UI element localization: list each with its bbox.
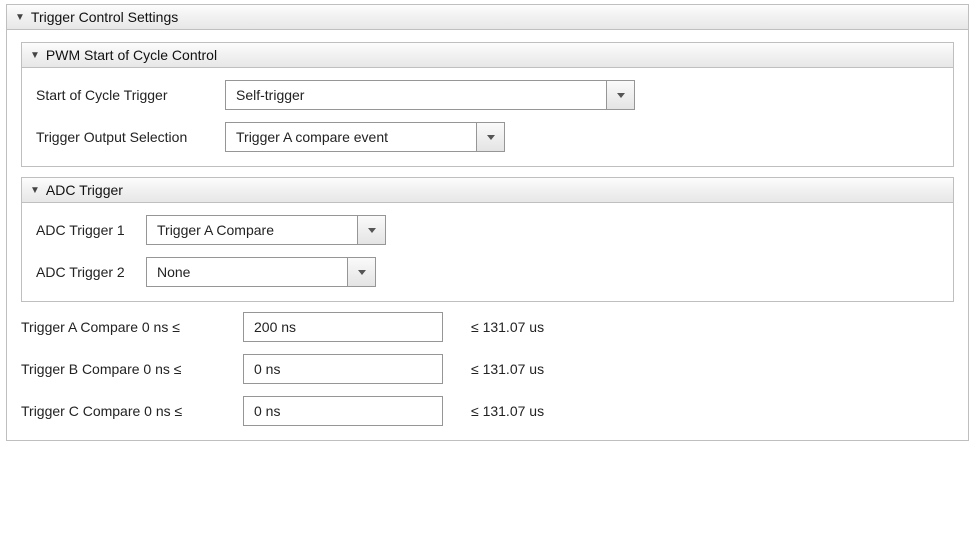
caret-down-icon (368, 228, 376, 233)
trigger-control-settings-body: ▼ PWM Start of Cycle Control Start of Cy… (7, 30, 968, 440)
dropdown-button[interactable] (606, 81, 634, 109)
trigger-b-compare-row: Trigger B Compare 0 ns ≤ 0 ns ≤ 131.07 u… (21, 354, 954, 384)
trigger-b-compare-input[interactable]: 0 ns (243, 354, 443, 384)
pwm-soc-body: Start of Cycle Trigger Self-trigger Trig… (22, 68, 953, 166)
dropdown-button[interactable] (357, 216, 385, 244)
trigger-b-compare-value: 0 ns (254, 361, 280, 377)
trigger-c-compare-value: 0 ns (254, 403, 280, 419)
trigger-control-settings-title: Trigger Control Settings (31, 9, 178, 25)
chevron-down-icon: ▼ (15, 12, 25, 23)
trigger-a-compare-row: Trigger A Compare 0 ns ≤ 200 ns ≤ 131.07… (21, 312, 954, 342)
trigger-c-compare-input[interactable]: 0 ns (243, 396, 443, 426)
adc-trigger2-label: ADC Trigger 2 (36, 264, 132, 280)
adc-trigger1-value: Trigger A Compare (147, 216, 357, 244)
trigger-b-compare-label: Trigger B Compare 0 ns ≤ (21, 361, 229, 377)
adc-trigger-title: ADC Trigger (46, 182, 123, 198)
chevron-down-icon: ▼ (30, 185, 40, 196)
trigger-output-sel-row: Trigger Output Selection Trigger A compa… (36, 122, 939, 152)
trigger-a-compare-max: ≤ 131.07 us (471, 319, 544, 335)
trigger-c-compare-max: ≤ 131.07 us (471, 403, 544, 419)
caret-down-icon (487, 135, 495, 140)
adc-trigger1-select[interactable]: Trigger A Compare (146, 215, 386, 245)
pwm-soc-section: ▼ PWM Start of Cycle Control Start of Cy… (21, 42, 954, 167)
dropdown-button[interactable] (347, 258, 375, 286)
pwm-soc-header[interactable]: ▼ PWM Start of Cycle Control (22, 43, 953, 68)
trigger-a-compare-input[interactable]: 200 ns (243, 312, 443, 342)
trigger-b-compare-max: ≤ 131.07 us (471, 361, 544, 377)
adc-trigger1-row: ADC Trigger 1 Trigger A Compare (36, 215, 939, 245)
trigger-control-settings-header[interactable]: ▼ Trigger Control Settings (7, 5, 968, 30)
trigger-a-compare-value: 200 ns (254, 319, 296, 335)
trigger-c-compare-row: Trigger C Compare 0 ns ≤ 0 ns ≤ 131.07 u… (21, 396, 954, 426)
pwm-soc-title: PWM Start of Cycle Control (46, 47, 217, 63)
trigger-control-settings-section: ▼ Trigger Control Settings ▼ PWM Start o… (6, 4, 969, 441)
soc-trigger-select[interactable]: Self-trigger (225, 80, 635, 110)
trigger-output-sel-label: Trigger Output Selection (36, 129, 211, 145)
adc-trigger-section: ▼ ADC Trigger ADC Trigger 1 Trigger A Co… (21, 177, 954, 302)
trigger-output-sel-select[interactable]: Trigger A compare event (225, 122, 505, 152)
soc-trigger-label: Start of Cycle Trigger (36, 87, 211, 103)
adc-trigger2-select[interactable]: None (146, 257, 376, 287)
adc-trigger2-row: ADC Trigger 2 None (36, 257, 939, 287)
adc-trigger-body: ADC Trigger 1 Trigger A Compare ADC Trig… (22, 203, 953, 301)
chevron-down-icon: ▼ (30, 50, 40, 61)
trigger-a-compare-label: Trigger A Compare 0 ns ≤ (21, 319, 229, 335)
caret-down-icon (617, 93, 625, 98)
soc-trigger-value: Self-trigger (226, 81, 606, 109)
adc-trigger1-label: ADC Trigger 1 (36, 222, 132, 238)
soc-trigger-row: Start of Cycle Trigger Self-trigger (36, 80, 939, 110)
adc-trigger2-value: None (147, 258, 347, 286)
adc-trigger-header[interactable]: ▼ ADC Trigger (22, 178, 953, 203)
dropdown-button[interactable] (476, 123, 504, 151)
trigger-c-compare-label: Trigger C Compare 0 ns ≤ (21, 403, 229, 419)
trigger-output-sel-value: Trigger A compare event (226, 123, 476, 151)
caret-down-icon (358, 270, 366, 275)
